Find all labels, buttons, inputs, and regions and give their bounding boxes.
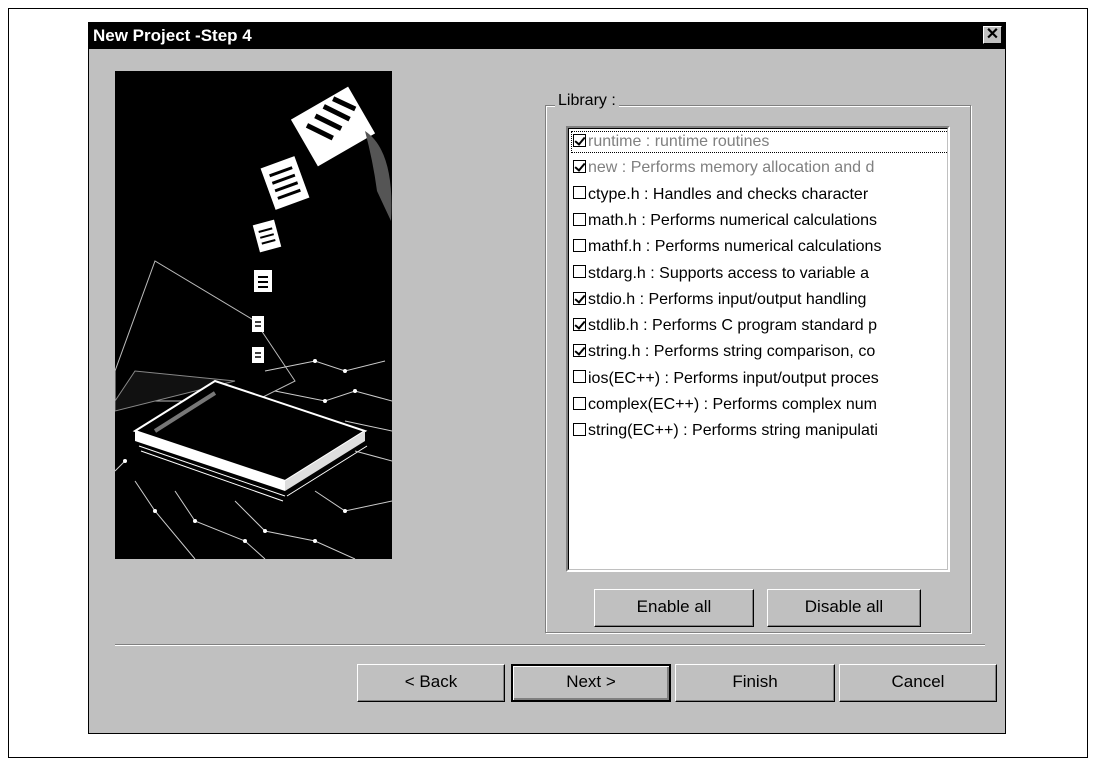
library-list-item[interactable]: mathf.h : Performs numerical calculation… [571,236,948,258]
checkbox-checked[interactable] [573,317,586,331]
library-item-label: runtime : runtime routines [588,133,770,150]
library-label: Library : [555,92,619,110]
separator-line [115,644,985,646]
back-button[interactable]: < Back [357,664,505,702]
library-list-item[interactable]: string(EC++) : Performs string manipulat… [571,420,948,442]
library-item-label: stdio.h : Performs input/output handling [588,290,867,308]
library-item-label: complex(EC++) : Performs complex num [588,396,877,413]
disable-all-button[interactable]: Disable all [767,589,921,627]
checkbox-unchecked[interactable] [573,265,586,279]
document-icon [252,316,264,332]
library-item-label: ios(EC++) : Performs input/output proces [588,369,879,387]
library-list: runtime : runtime routines new : Performs… [568,128,948,570]
library-list-item[interactable]: string.h : Performs string comparison, c… [571,341,948,363]
document-icon [254,270,272,292]
checkbox-checked[interactable] [573,291,586,305]
library-item-label: stdlib.h : Performs C program standard p [588,317,878,335]
dialog-titlebar[interactable]: New Project -Step 4 ✕ [89,23,1005,49]
library-list-item[interactable]: runtime : runtime routines [571,131,948,153]
checkbox-unchecked[interactable] [573,212,586,226]
next-button[interactable]: Next > [511,664,671,702]
library-list-item[interactable]: stdio.h : Performs input/output handling [571,289,948,311]
checkbox-unchecked[interactable] [573,423,586,437]
dialog-title: New Project -Step 4 [93,26,252,45]
library-item-label: stdarg.h : Supports access to variable a [588,264,870,282]
checkbox-unchecked[interactable] [573,370,586,384]
finish-button[interactable]: Finish [675,664,835,702]
library-list-item[interactable]: stdarg.h : Supports access to variable a [571,263,948,285]
document-icon [252,347,264,363]
checkbox-unchecked[interactable] [573,396,586,410]
library-list-item[interactable]: complex(EC++) : Performs complex num [571,394,948,416]
library-list-item[interactable]: ctype.h : Handles and checks character [571,184,948,206]
chip-and-documents-illustration [115,71,392,559]
enable-all-button[interactable]: Enable all [594,589,754,627]
new-project-dialog: New Project -Step 4 ✕ Library: runtime … [88,22,1006,734]
checkbox-checked[interactable] [573,160,586,174]
library-listbox[interactable]: runtime : runtime routines new : Performs… [566,126,950,572]
checkbox-unchecked[interactable] [573,186,586,200]
library-list-item[interactable]: ios(EC++) : Performs input/output proces [571,368,948,390]
library-item-label: string(EC++) : Performs string manipulat… [588,422,878,440]
close-button[interactable]: ✕ [983,26,1002,44]
library-item-label: ctype.h : Handles and checks character [588,185,869,203]
library-item-label: string.h : Performs string comparison, c… [588,343,876,361]
library-list-item[interactable]: stdlib.h : Performs C program standard p [571,315,948,337]
library-list-item[interactable]: new : Performs memory allocation and d [571,157,948,179]
cancel-button[interactable]: Cancel [839,664,997,702]
library-list-item[interactable]: math.h : Performs numerical calculations [571,210,948,232]
checkbox-checked[interactable] [573,344,586,358]
checkbox-checked[interactable] [573,133,586,147]
library-item-label: math.h : Performs numerical calculations [588,211,877,229]
checkbox-unchecked[interactable] [573,238,586,252]
library-item-label: mathf.h : Performs numerical calculation… [588,238,882,256]
library-item-label: new : Performs memory allocation and d [588,159,875,177]
wizard-illustration [115,71,392,559]
